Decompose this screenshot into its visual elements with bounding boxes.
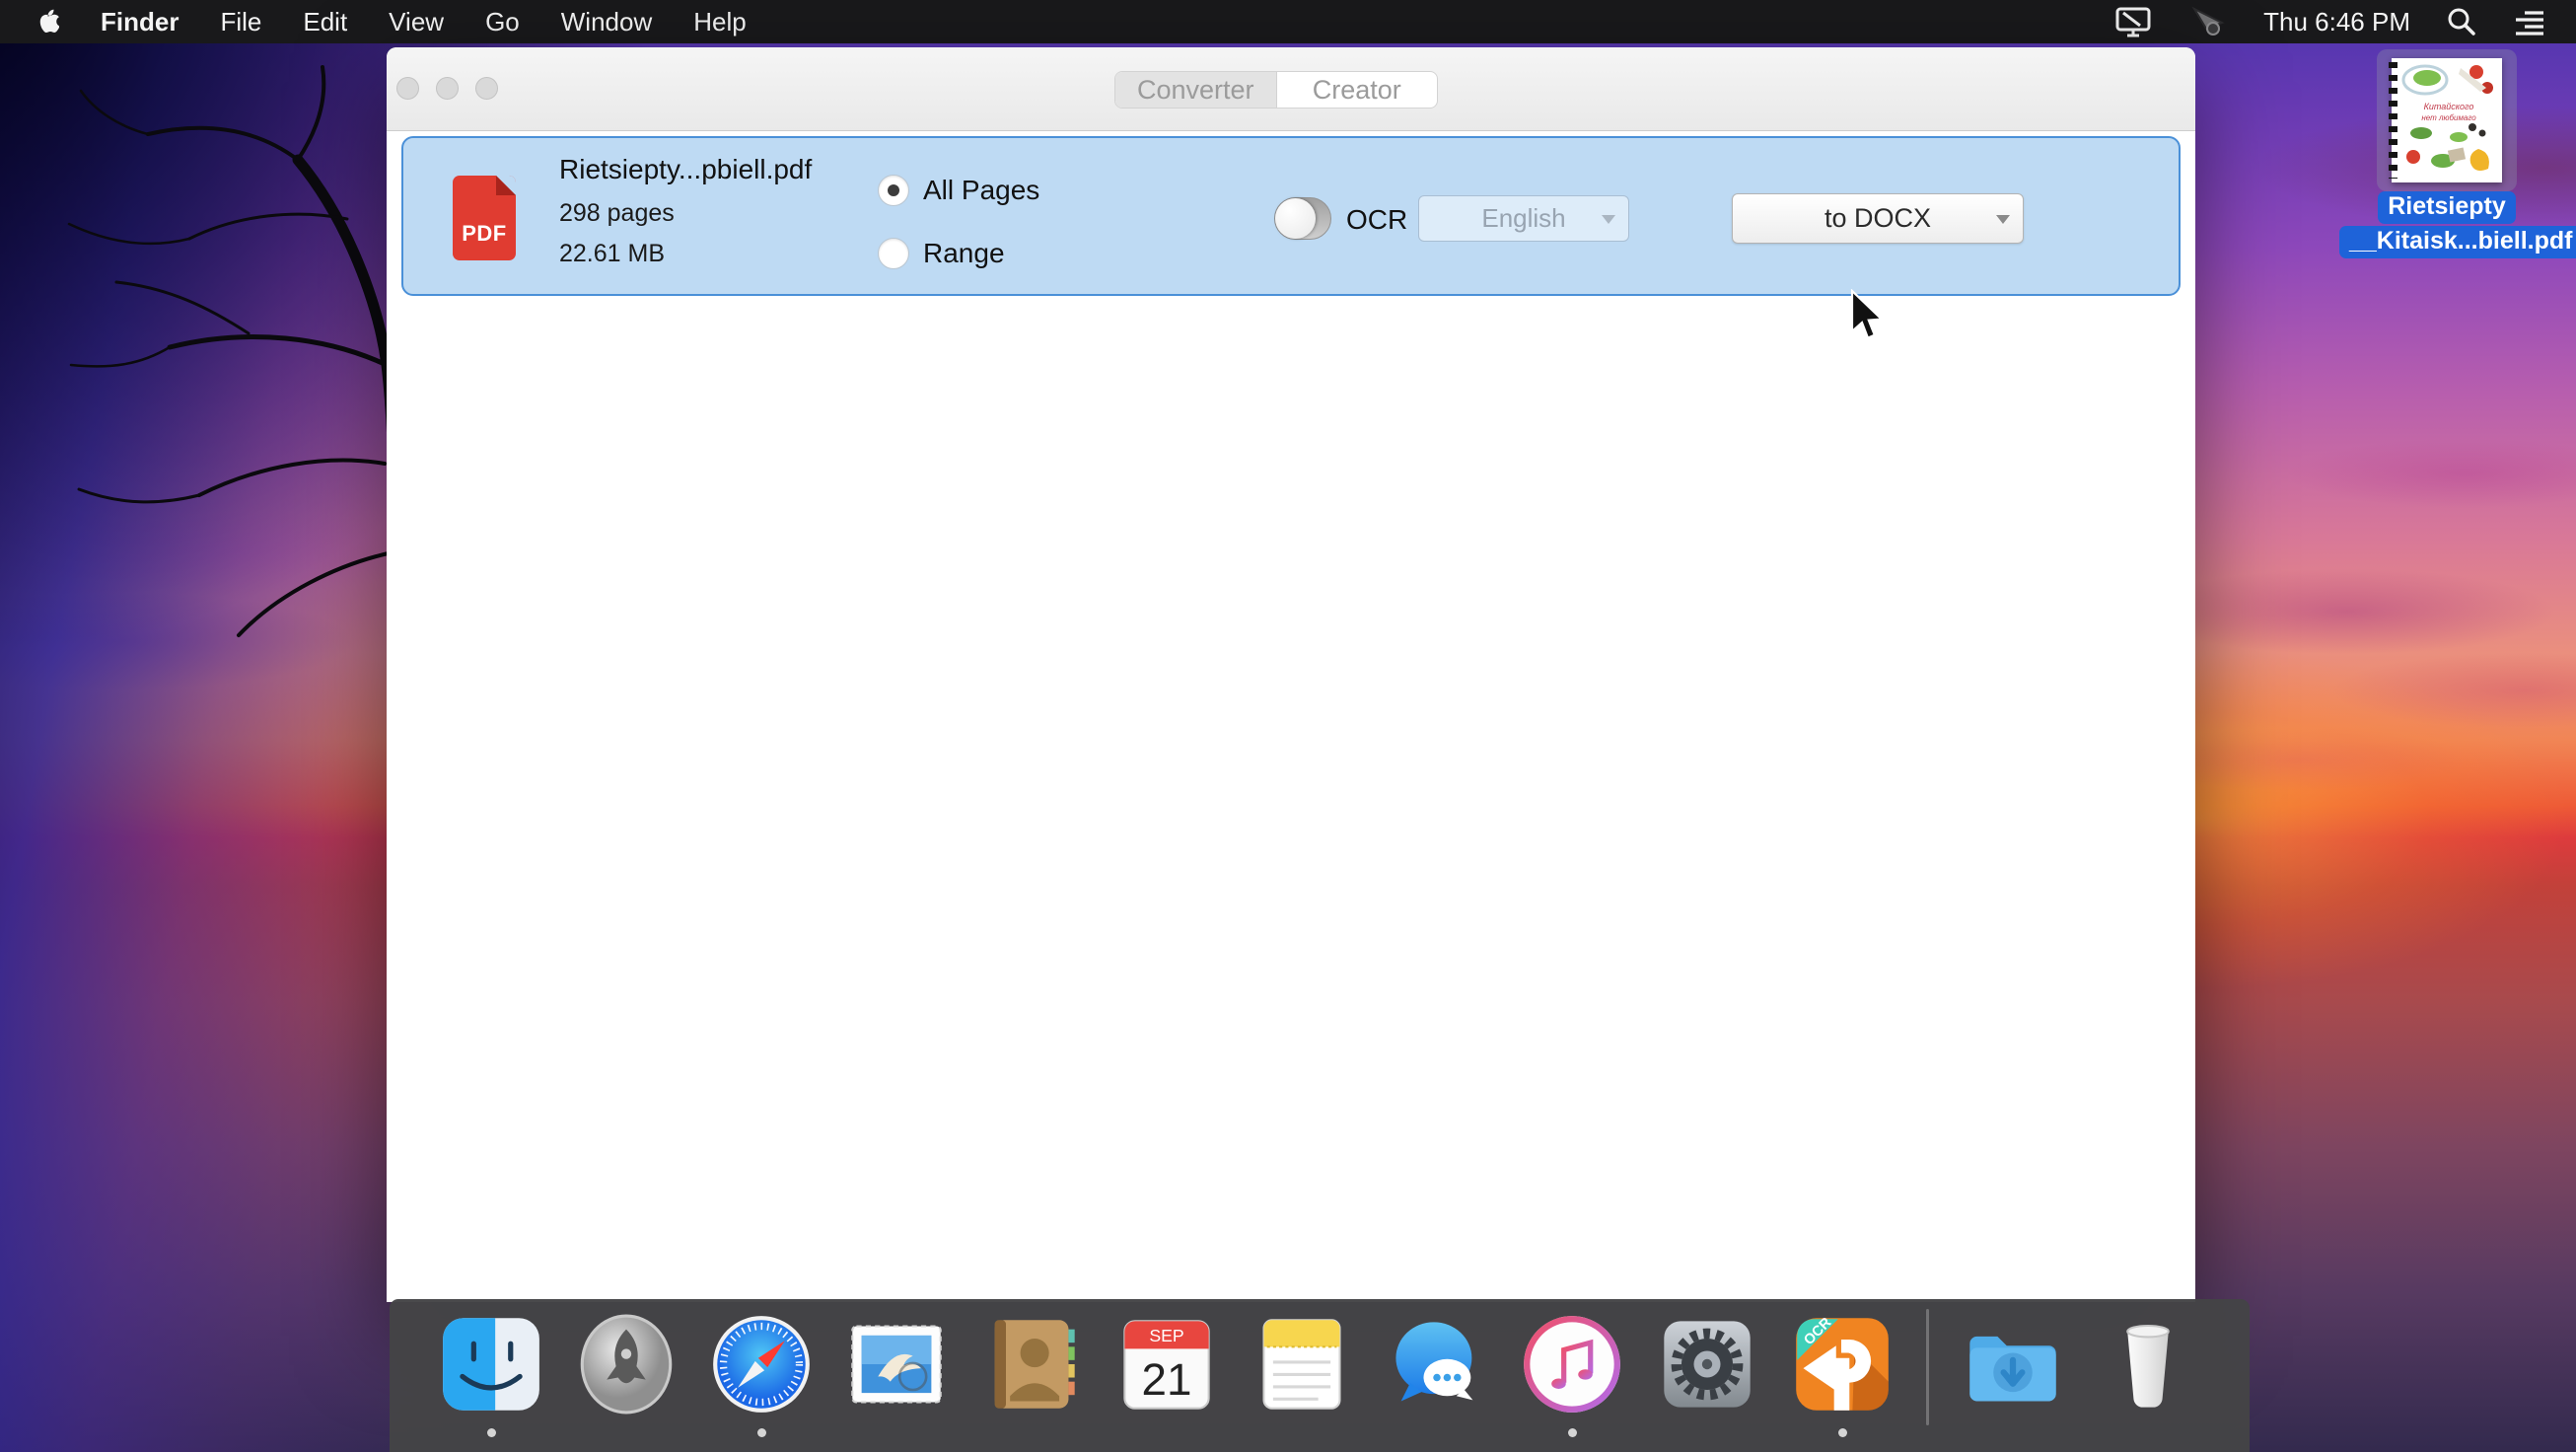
svg-text:Китайского: Китайского [2424,102,2474,111]
menu-edit[interactable]: Edit [303,7,347,37]
menu-file[interactable]: File [220,7,261,37]
dock-item-trash[interactable] [2097,1313,2199,1416]
safari-icon [710,1313,813,1416]
dock-separator [1926,1309,1929,1425]
spotlight-search-icon[interactable] [2446,6,2477,37]
menu-clock[interactable]: Thu 6:46 PM [2263,7,2410,37]
file-name: Rietsiepty...pbiell.pdf [559,154,812,185]
chevron-down-icon [1602,215,1615,224]
ocr-toggle-knob[interactable] [1275,198,1316,239]
output-format-dropdown[interactable]: to DOCX [1732,193,2024,244]
launchpad-icon [575,1313,678,1416]
mail-icon [845,1313,948,1416]
spiral-binding [2389,62,2397,179]
menu-help[interactable]: Help [693,7,746,37]
desktop-pdf-file[interactable]: Китайского нет любимаго Rietsiepty __Kit… [2339,49,2554,258]
pdf-file-icon: PDF [453,176,516,260]
zoom-window-button[interactable] [475,77,498,100]
dock-item-safari[interactable] [710,1313,813,1416]
running-indicator [1568,1428,1577,1437]
contacts-icon [980,1313,1083,1416]
trash-icon [2097,1313,2199,1416]
calendar-month-label: SEP [1149,1326,1183,1345]
dock: SEP 21 [390,1299,2250,1452]
dock-item-notes[interactable] [1251,1313,1353,1416]
desktop-icon-label-line2: __Kitaisk...biell.pdf [2339,226,2576,258]
radio-all-pages[interactable] [878,175,909,206]
pdf-converter-window: Converter Creator PDF Rietsiepty...pbiel… [387,47,2195,1302]
tab-creator[interactable]: Creator [1277,72,1438,108]
pdf-thumbnail[interactable]: Китайского нет любимаго [2392,58,2502,182]
pointer-tool-menu-icon[interactable] [2188,5,2228,38]
ocr-language-value: English [1481,203,1565,234]
dock-item-mail[interactable] [845,1313,948,1416]
display-menu-icon[interactable] [2113,5,2153,38]
menu-bar: Finder File Edit View Go Window Help Thu… [0,0,2576,43]
svg-text:нет любимаго: нет любимаго [2421,113,2476,122]
minimize-window-button[interactable] [436,77,459,100]
dock-item-system-preferences[interactable] [1656,1313,1758,1416]
running-indicator [487,1428,496,1437]
calendar-day-label: 21 [1142,1354,1192,1405]
running-indicator [757,1428,766,1437]
menu-go[interactable]: Go [485,7,520,37]
system-preferences-icon [1656,1313,1758,1416]
notification-center-icon[interactable] [2513,7,2546,36]
window-titlebar[interactable]: Converter Creator [387,47,2195,131]
running-indicator [1838,1428,1847,1437]
dock-item-calendar[interactable]: SEP 21 [1115,1313,1218,1416]
itunes-icon [1521,1313,1623,1416]
menu-app-name[interactable]: Finder [101,7,179,37]
ocr-toggle[interactable] [1274,197,1331,240]
menu-view[interactable]: View [389,7,444,37]
dock-item-pdf-converter-ocr[interactable]: OCR [1791,1313,1894,1416]
dock-item-messages[interactable] [1386,1313,1488,1416]
apple-menu-icon[interactable] [34,7,59,36]
dock-item-finder[interactable] [440,1313,542,1416]
mouse-cursor [1848,289,1888,344]
dock-item-itunes[interactable] [1521,1313,1623,1416]
dock-item-launchpad[interactable] [575,1313,678,1416]
pdf-converter-ocr-icon: OCR [1791,1313,1894,1416]
menu-window[interactable]: Window [561,7,652,37]
file-row[interactable]: PDF Rietsiepty...pbiell.pdf 298 pages 22… [401,136,2181,296]
desktop-icon-selection: Китайского нет любимаго [2377,49,2517,191]
file-page-count: 298 pages [559,199,812,228]
cookbook-cover-art: Китайского нет любимаго [2392,58,2502,182]
file-size: 22.61 MB [559,240,812,268]
output-format-value: to DOCX [1825,203,1931,234]
dock-item-contacts[interactable] [980,1313,1083,1416]
tab-converter[interactable]: Converter [1115,72,1277,108]
radio-range[interactable] [878,238,909,269]
mode-segmented-control: Converter Creator [1114,71,1438,109]
notes-icon [1251,1313,1353,1416]
close-window-button[interactable] [396,77,419,100]
downloads-folder-icon [1962,1313,2064,1416]
chevron-down-icon [1996,215,2010,224]
calendar-icon: SEP 21 [1115,1313,1218,1416]
dock-item-downloads-folder[interactable] [1962,1313,2064,1416]
radio-range-label: Range [923,238,1005,269]
ocr-language-dropdown[interactable]: English [1418,195,1629,242]
ocr-label: OCR [1346,204,1407,236]
desktop-icon-label-line1: Rietsiepty [2378,191,2515,224]
finder-icon [440,1313,542,1416]
pdf-icon-label: PDF [453,221,516,247]
radio-all-pages-label: All Pages [923,175,1039,206]
messages-icon [1386,1313,1488,1416]
